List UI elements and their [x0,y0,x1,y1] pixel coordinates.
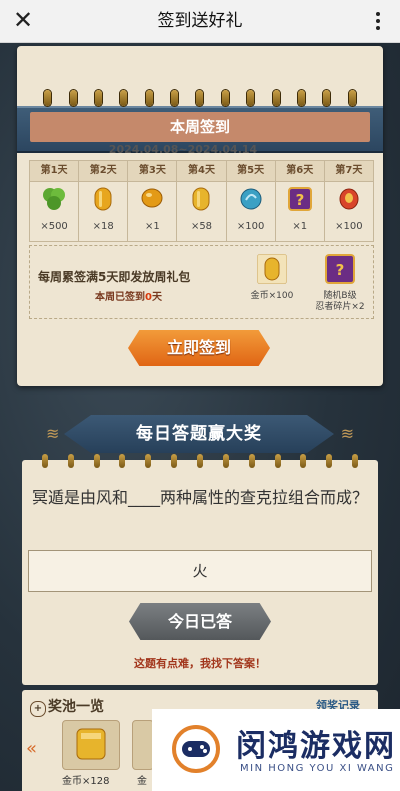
weekly-bonus-item-shard[interactable]: ? 随机B级 忍者碎片×2 [308,254,372,313]
scroll-left-arrow-icon[interactable]: « [26,739,46,759]
svg-text:?: ? [336,261,345,279]
day-cell-4[interactable]: 第4天 ×58 [177,161,227,241]
day-amount: ×500 [40,221,68,232]
gold-coin-stack-icon [76,728,106,760]
gamepad-logo-icon [172,725,220,773]
this-week-subheader: 本周签到 [30,112,370,142]
red-token-icon [339,188,359,210]
quiz-banner-title: 每日答题赢大奖 [136,424,262,444]
prize-item-caption: 金币×128 [62,776,110,787]
weekly-bonus-item-caption: 金币×100 [250,291,294,301]
gold-coin-stack-icon [256,253,288,285]
binder-rings [17,90,383,106]
day-cell-1[interactable]: 第1天 ×500 [30,161,80,241]
day-cell-3[interactable]: 第3天 ×1 [128,161,178,241]
top-nav-bar: ✕ 签到送好礼 [0,0,400,43]
quiz-answer-field[interactable]: 火 [28,550,372,592]
prize-item-1[interactable] [62,720,120,770]
day-label: 第6天 [275,161,324,182]
prize-pool-title-text: 奖池一览 [48,699,104,715]
quiz-answer-value: 火 [192,562,208,580]
blue-orb-icon [240,188,262,210]
sign-in-button[interactable]: 立即签到 [128,330,270,366]
day-label: 第1天 [30,161,79,182]
svg-text:?: ? [295,191,304,209]
answered-today-button[interactable]: 今日已答 [129,603,271,640]
weekly-progress: 本周已签到0天 [95,288,162,303]
mystery-box-icon: ? [325,254,355,284]
day-cell-7[interactable]: 第7天 ×100 [324,161,373,241]
answered-today-label: 今日已答 [167,612,232,631]
day-label: 第3天 [128,161,177,182]
weekly-bonus-title: 每周累签满5天即发放周礼包 [38,270,191,284]
day-amount: ×100 [236,221,265,232]
day-amount: ×58 [190,221,213,232]
gold-bean-icon [141,188,163,208]
gold-coin-stack-icon [192,187,210,211]
this-week-subheader-label: 本周签到 [169,118,230,136]
quiz-card: 冥遁是由风和____两种属性的查克拉组合而成？ 火 今日已答 这题有点难，我找下… [22,454,378,685]
caption-line-2: 忍者碎片×2 [315,302,365,312]
site-watermark: 闵鸿游戏网 MIN HONG YOU XI WANG [152,709,400,791]
date-range: 2024.04.08~2024.04.14 [108,143,258,156]
progress-suffix: 天 [151,292,162,303]
day-cell-5[interactable]: 第5天 ×100 [226,161,276,241]
day-label: 第4天 [177,161,226,182]
binder-rings [22,454,378,468]
plus-circle-icon: + [30,701,46,717]
progress-count: 0 [145,292,152,303]
mystery-box-icon: ? [287,187,312,211]
day-cell-6[interactable]: 第6天 ? ×1 [275,161,325,241]
quiz-banner: 每日答题赢大奖 [64,415,334,453]
watermark-latin: MIN HONG YOU XI WANG [240,763,395,774]
weekly-bonus-item-caption: 随机B级 忍者碎片×2 [308,291,372,313]
day-amount: ×1 [144,221,160,232]
more-dots-icon[interactable] [368,6,388,36]
page-title: 签到送好礼 [157,11,243,31]
day-amount: ×18 [92,221,114,232]
day-amount: ×1 [292,221,308,232]
sign-in-button-label: 立即签到 [166,338,231,357]
caption-line-1: 随机B级 [323,291,357,301]
day-label: 第7天 [324,161,373,182]
weekly-bonus-item-gold[interactable]: 金币×100 [242,253,302,302]
find-answer-link[interactable]: 这题有点难，我找下答案！ [22,655,378,671]
day-cell-2[interactable]: 第2天 ×18 [79,161,129,241]
day-amount: ×100 [335,221,363,232]
watermark-name: 闵鸿游戏网 [236,729,396,764]
progress-prefix: 本周已签到 [95,292,145,303]
gold-coin-stack-icon [94,187,112,211]
prize-item-2[interactable] [132,720,154,770]
weekly-bonus-panel: 每周累签满5天即发放周礼包 本周已签到0天 金币×100 ? 随机B级 忍者碎片… [29,245,374,319]
green-gem-icon [43,188,66,210]
prize-pool-title: + 奖池一览 [30,696,104,717]
day-label: 第5天 [226,161,275,182]
daily-rewards-row: 第1天 ×500 第2天 ×18 第3天 ×1 第4天 ×58 第5天 ×100… [29,160,374,242]
day-label: 第2天 [79,161,128,182]
quiz-question: 冥遁是由风和____两种属性的查克拉组合而成？ [31,488,368,507]
prize-item-caption: 金 [137,776,147,787]
